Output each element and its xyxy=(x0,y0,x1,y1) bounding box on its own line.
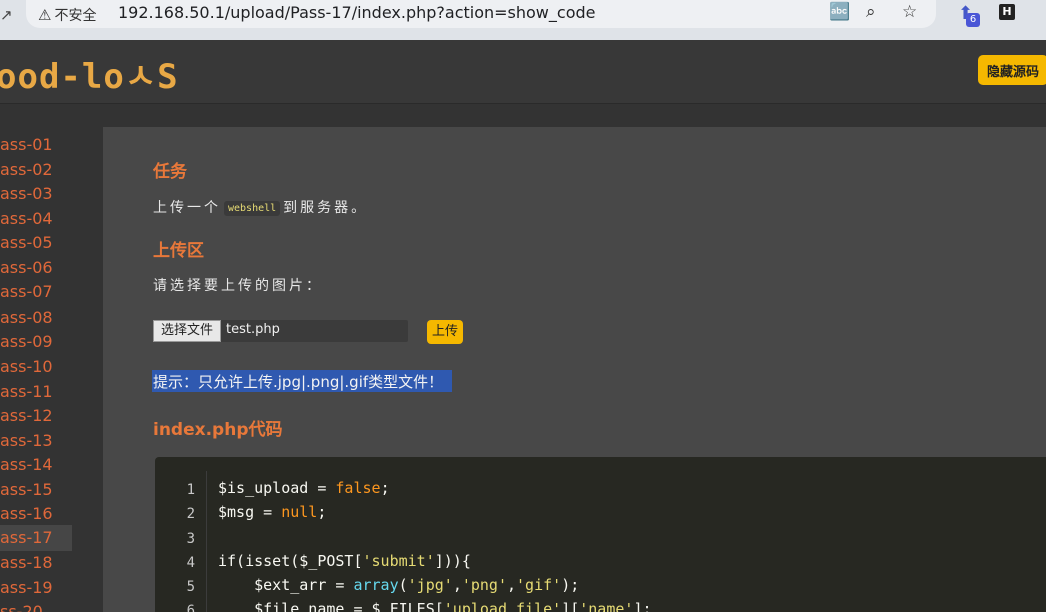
back-arrow-icon[interactable]: ↗ xyxy=(0,6,13,24)
code-token: $_FILES xyxy=(371,600,435,612)
sidebar-item-pass-06[interactable]: ass-06 xyxy=(0,255,72,281)
sidebar: ass-01 ass-02 ass-03 ass-04 ass-05 ass-0… xyxy=(0,105,100,612)
gutter-divider xyxy=(206,471,207,612)
code-token: $msg xyxy=(218,503,255,521)
upload-button[interactable]: 上传 xyxy=(427,320,463,344)
security-warning[interactable]: ⚠ 不安全 xyxy=(38,5,96,25)
sidebar-item-pass-10[interactable]: ass-10 xyxy=(0,354,72,380)
code-token: = xyxy=(254,503,282,521)
code-token: 'jpg' xyxy=(407,576,453,594)
task-text-before: 上传一个 xyxy=(153,200,221,216)
hint-text: 提示：只允许上传.jpg|.png|.gif类型文件！ xyxy=(152,370,453,392)
code-token: $_POST xyxy=(299,552,354,570)
code-token: 'name' xyxy=(579,600,634,612)
sidebar-item-pass-03[interactable]: ass-03 xyxy=(0,181,72,207)
task-description: 上传一个 webshell 到服务器。 xyxy=(153,197,368,217)
code-token: ][ xyxy=(561,600,580,612)
code-line-4: if(isset($_POST['submit'])){ xyxy=(218,552,471,570)
code-heading: index.php代码 xyxy=(153,420,283,440)
bookmark-star-icon[interactable]: ☆ xyxy=(902,2,917,22)
sidebar-item-pass-15[interactable]: ass-15 xyxy=(0,477,72,503)
upload-heading: 上传区 xyxy=(153,241,204,261)
url-text[interactable]: 192.168.50.1/upload/Pass-17/index.php?ac… xyxy=(118,3,595,22)
line-number: 5 xyxy=(186,579,195,595)
translate-icon[interactable]: 🔤 xyxy=(829,2,850,22)
hide-code-button[interactable]: 隐藏源码 xyxy=(978,55,1046,85)
line-number: 2 xyxy=(186,506,195,522)
code-token: ])){ xyxy=(434,552,471,570)
code-token: , xyxy=(452,576,462,594)
choose-file-button[interactable]: 选择文件 xyxy=(153,320,221,342)
site-logo[interactable]: ood-loㅅS xyxy=(0,49,179,98)
sidebar-item-pass-17[interactable]: ass-17 xyxy=(0,525,72,551)
sidebar-item-pass-02[interactable]: ass-02 xyxy=(0,157,72,183)
code-line-1: $is_upload = false; xyxy=(218,479,390,497)
sidebar-item-pass-13[interactable]: ass-13 xyxy=(0,428,72,454)
sidebar-item-pass-05[interactable]: ass-05 xyxy=(0,230,72,256)
sidebar-item-pass-01[interactable]: ass-01 xyxy=(0,132,72,158)
code-token: $is_upload xyxy=(218,479,309,497)
sidebar-item-pass-14[interactable]: ass-14 xyxy=(0,452,72,478)
code-token: [ xyxy=(353,552,363,570)
sidebar-item-pass-09[interactable]: ass-09 xyxy=(0,329,72,355)
code-token: , xyxy=(507,576,517,594)
extension-badge: 6 xyxy=(966,13,980,27)
code-line-6: $file_name = $_FILES['upload_file']['nam… xyxy=(218,600,652,612)
code-line-5: $ext_arr = array('jpg','png','gif'); xyxy=(218,576,579,594)
extension-h-icon[interactable]: H xyxy=(999,4,1015,20)
code-token: = xyxy=(326,576,354,594)
code-token: ; xyxy=(380,479,390,497)
warning-icon: ⚠ xyxy=(38,6,52,24)
site-header: ood-loㅅS 隐藏源码 xyxy=(0,40,1046,104)
file-name: test.php xyxy=(226,322,280,337)
sidebar-item-pass-04[interactable]: ass-04 xyxy=(0,206,72,232)
line-number: 4 xyxy=(186,555,195,571)
code-token: null xyxy=(281,503,318,521)
sidebar-item-pass-07[interactable]: ass-07 xyxy=(0,279,72,305)
code-token: 'gif' xyxy=(516,576,562,594)
insecure-label: 不安全 xyxy=(54,8,97,24)
sidebar-item-pass-19[interactable]: ass-19 xyxy=(0,575,72,601)
sidebar-item-pass-16[interactable]: ass-16 xyxy=(0,501,72,527)
main-panel: 任务 上传一个 webshell 到服务器。 上传区 请选择要上传的图片： 选择文件… xyxy=(103,127,1046,612)
task-text-after: 到服务器。 xyxy=(283,200,369,216)
sidebar-item-pass-18[interactable]: ass-18 xyxy=(0,550,72,576)
line-number: 1 xyxy=(186,482,195,498)
code-block: 1 2 3 4 5 6 $is_upload = false; $msg = n… xyxy=(155,457,1046,612)
code-token: $ext_arr xyxy=(254,576,327,594)
choose-prompt: 请选择要上传的图片： xyxy=(153,278,323,294)
code-line-2: $msg = null; xyxy=(218,503,326,521)
line-number: 3 xyxy=(186,531,195,547)
task-heading: 任务 xyxy=(153,162,187,182)
code-token: ( xyxy=(398,576,408,594)
sidebar-item-pass-20[interactable]: ss-20 xyxy=(0,599,72,612)
task-code-chip: webshell xyxy=(224,200,281,216)
code-token: = xyxy=(308,479,336,497)
code-token: ; xyxy=(317,503,327,521)
code-token: 'png' xyxy=(461,576,507,594)
address-bar[interactable]: ⚠ 不安全 192.168.50.1/upload/Pass-17/index.p… xyxy=(26,0,936,28)
sidebar-item-pass-12[interactable]: ass-12 xyxy=(0,403,72,429)
line-number: 6 xyxy=(186,603,195,612)
code-token: [ xyxy=(434,600,444,612)
code-token: false xyxy=(335,479,381,497)
code-token: = xyxy=(344,600,372,612)
browser-toolbar: ↗ ⚠ 不安全 192.168.50.1/upload/Pass-17/index… xyxy=(0,0,1046,40)
code-token: $file_name xyxy=(254,600,345,612)
zoom-icon[interactable]: ⌕ xyxy=(866,2,876,22)
sidebar-item-pass-11[interactable]: ass-11 xyxy=(0,379,72,405)
extension-icon[interactable]: ⬆ 6 xyxy=(958,3,980,27)
code-token: ); xyxy=(561,576,580,594)
code-token: ]; xyxy=(633,600,652,612)
code-token: 'submit' xyxy=(362,552,435,570)
code-token: array xyxy=(353,576,399,594)
code-token: 'upload_file' xyxy=(443,600,562,612)
sidebar-item-pass-08[interactable]: ass-08 xyxy=(0,305,72,331)
file-input[interactable]: 选择文件 test.php xyxy=(153,320,408,342)
code-token: if(isset( xyxy=(218,552,300,570)
